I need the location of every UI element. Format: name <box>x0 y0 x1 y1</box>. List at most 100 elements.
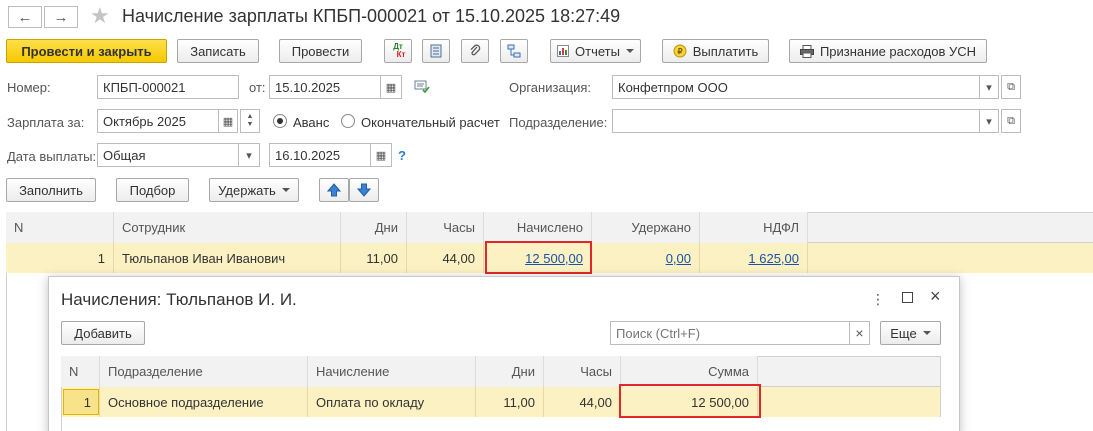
row-days: 11,00 <box>341 243 407 273</box>
col-days[interactable]: Дни <box>341 212 407 243</box>
sum-highlight <box>619 384 761 418</box>
popup-col-n[interactable]: N <box>61 356 100 387</box>
chevron-down-icon: ▾ <box>986 115 992 128</box>
open-window-icon: ⧉ <box>1007 114 1015 127</box>
more-label: Еще <box>890 325 917 341</box>
dt-kt-button[interactable]: Дт Кт <box>384 39 412 63</box>
chevron-down-icon <box>625 49 634 53</box>
star-icon[interactable]: ★ <box>90 3 110 29</box>
structure-icon <box>507 44 521 58</box>
month-calendar-button[interactable]: ▦ <box>218 109 238 133</box>
organization-dropdown[interactable]: ▾ <box>979 75 999 99</box>
division-open-button[interactable]: ⧉ <box>1001 109 1021 133</box>
popup-table-left-border <box>61 417 62 431</box>
row-ndfl-cell[interactable]: 1 625,00 <box>700 243 808 273</box>
division-dropdown[interactable]: ▾ <box>979 109 999 133</box>
popup-row-days: 11,00 <box>476 387 544 417</box>
col-withheld[interactable]: Удержано <box>592 212 700 243</box>
withhold-label: Удержать <box>218 182 276 198</box>
division-field[interactable] <box>612 109 980 133</box>
col-employee[interactable]: Сотрудник <box>114 212 341 243</box>
popup-row-division: Основное подразделение <box>100 387 308 417</box>
write-button[interactable]: Записать <box>177 39 259 63</box>
arrow-up-icon <box>327 183 341 197</box>
row-employee: Тюльпанов Иван Иванович <box>114 243 341 273</box>
row-hours: 44,00 <box>407 243 484 273</box>
help-icon[interactable]: ? <box>398 148 406 163</box>
chevron-down-icon: ▾ <box>986 81 992 94</box>
fill-button[interactable]: Заполнить <box>6 178 96 202</box>
popup-row-n: 1 <box>61 387 100 417</box>
table-left-border <box>6 273 7 431</box>
structure-button[interactable] <box>500 39 528 63</box>
open-window-icon: ⧉ <box>1007 80 1015 93</box>
back-button[interactable]: ← <box>8 6 42 28</box>
salary-month-field[interactable]: Октябрь 2025 <box>97 109 219 133</box>
pay-date-field[interactable]: 16.10.2025 <box>269 143 371 167</box>
pay-button[interactable]: ₽ Выплатить <box>662 39 769 63</box>
division-label: Подразделение: <box>509 115 608 130</box>
more-button[interactable]: Еще <box>880 321 941 345</box>
pay-type-dropdown[interactable]: ▾ <box>238 143 260 167</box>
month-spinner[interactable]: ▲ ▼ <box>240 109 260 133</box>
popup-col-hours[interactable]: Часы <box>544 356 621 387</box>
arrow-left-icon: ← <box>17 8 33 26</box>
document-list-icon <box>430 44 442 58</box>
col-accrued[interactable]: Начислено <box>484 212 592 243</box>
from-label: от: <box>249 80 266 95</box>
reports-label: Отчеты <box>575 43 620 59</box>
chevron-down-icon: ▾ <box>246 149 252 162</box>
forward-button[interactable]: → <box>44 6 78 28</box>
move-down-button[interactable] <box>349 178 379 202</box>
pay-label: Выплатить <box>692 43 759 59</box>
move-up-button[interactable] <box>319 178 349 202</box>
calendar-icon: ▦ <box>375 149 387 162</box>
attach-button[interactable] <box>461 39 489 63</box>
comment-icon[interactable] <box>414 80 430 97</box>
pay-date-calendar-button[interactable]: ▦ <box>370 143 392 167</box>
popup-col-accrual[interactable]: Начисление <box>308 356 476 387</box>
advance-label: Аванс <box>293 115 330 130</box>
number-field[interactable]: КПБП-000021 <box>97 75 239 99</box>
calendar-icon: ▦ <box>222 115 234 128</box>
report-chart-icon <box>557 45 570 57</box>
usn-expense-button[interactable]: Признание расходов УСН <box>789 39 987 63</box>
search-input[interactable] <box>610 321 850 345</box>
popup-col-sum[interactable]: Сумма <box>621 356 758 387</box>
withhold-button[interactable]: Удержать <box>209 178 299 202</box>
organization-label: Организация: <box>509 80 592 95</box>
col-n[interactable]: N <box>6 212 114 243</box>
more-vert-icon[interactable]: ⋮ <box>871 291 885 308</box>
reports-button[interactable]: Отчеты <box>550 39 641 63</box>
ndfl-link[interactable]: 1 625,00 <box>748 251 799 266</box>
maximize-icon[interactable] <box>902 292 913 303</box>
calendar-icon: ▦ <box>385 81 397 94</box>
final-payment-label: Окончательный расчет <box>361 115 500 130</box>
search-clear-button[interactable]: × <box>849 321 870 345</box>
spin-up-icon: ▲ <box>246 113 254 120</box>
pay-date-label: Дата выплаты: <box>7 149 97 164</box>
post-and-close-button[interactable]: Провести и закрыть <box>6 39 167 63</box>
post-button[interactable]: Провести <box>279 39 362 63</box>
dt-kt-icon: Дт Кт <box>391 43 405 59</box>
chevron-down-icon <box>281 188 290 192</box>
popup-col-days[interactable]: Дни <box>476 356 544 387</box>
add-button[interactable]: Добавить <box>61 321 145 345</box>
pay-type-field[interactable]: Общая <box>97 143 239 167</box>
col-hours[interactable]: Часы <box>407 212 484 243</box>
date-field[interactable]: 15.10.2025 <box>269 75 381 99</box>
printer-icon <box>799 44 814 58</box>
final-payment-radio[interactable] <box>341 114 355 128</box>
popup-col-division[interactable]: Подразделение <box>100 356 308 387</box>
organization-open-button[interactable]: ⧉ <box>1001 75 1021 99</box>
list-button[interactable] <box>422 39 450 63</box>
col-ndfl[interactable]: НДФЛ <box>700 212 808 243</box>
withheld-link[interactable]: 0,00 <box>666 251 691 266</box>
select-button[interactable]: Подбор <box>116 178 189 202</box>
calendar-button[interactable]: ▦ <box>380 75 402 99</box>
chevron-down-icon <box>922 331 931 335</box>
row-withheld-cell[interactable]: 0,00 <box>592 243 700 273</box>
organization-field[interactable]: Конфетпром ООО <box>612 75 980 99</box>
advance-radio[interactable] <box>273 114 287 128</box>
close-icon[interactable]: × <box>930 286 941 307</box>
